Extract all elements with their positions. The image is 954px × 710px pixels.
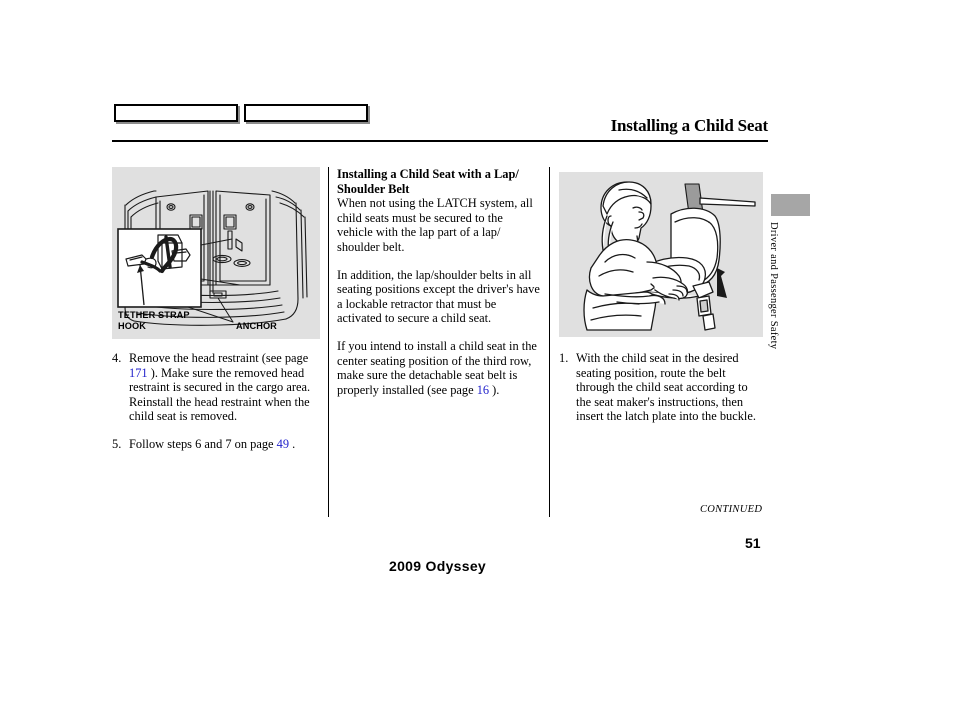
page-reference-link[interactable]: 16 bbox=[477, 383, 489, 397]
person-installing-child-seat-illustration bbox=[559, 172, 763, 337]
footer-model-name: 2009 Odyssey bbox=[389, 558, 487, 574]
cargo-area-tether-anchor-illustration: TETHER STRAP HOOK ANCHOR bbox=[112, 167, 320, 339]
step-text-after: ). Make sure the removed head restraint … bbox=[129, 365, 311, 424]
step-number: 4. bbox=[112, 351, 122, 365]
step-text-before: Remove the head restraint (see page bbox=[129, 351, 309, 365]
body-paragraph: When not using the LATCH system, all chi… bbox=[337, 196, 533, 254]
step-number: 1. bbox=[559, 351, 569, 365]
header-box-right bbox=[244, 104, 368, 122]
continued-label: CONTINUED bbox=[700, 504, 763, 515]
side-tab-marker bbox=[771, 194, 810, 216]
step-text-after: . bbox=[289, 436, 296, 451]
page-reference-link[interactable]: 49 bbox=[277, 437, 289, 451]
step-text: With the child seat in the desired seati… bbox=[576, 351, 756, 424]
step-item: 4. Remove the head restraint (see page 17… bbox=[112, 351, 320, 424]
label-anchor: ANCHOR bbox=[236, 321, 277, 331]
paragraph-text-before: If you intend to install a child seat in… bbox=[337, 338, 537, 397]
manual-page: Installing a Child Seat TETHER STRAP HOO… bbox=[0, 0, 954, 710]
left-column: TETHER STRAP HOOK ANCHOR 4. Remove the he… bbox=[112, 167, 320, 465]
label-tether-strap-hook: TETHER STRAP HOOK bbox=[118, 310, 190, 331]
body-paragraph-with-reference: If you intend to install a child seat in… bbox=[337, 339, 541, 397]
step-item: 5. Follow steps 6 and 7 on page 49 . bbox=[112, 437, 320, 452]
body-paragraph: In addition, the lap/shoulder belts in a… bbox=[337, 267, 540, 326]
child-seat-install-diagram-svg bbox=[583, 181, 756, 331]
side-tab-label: Driver and Passenger Safety bbox=[768, 222, 779, 350]
header-box-left bbox=[114, 104, 238, 122]
step-number: 5. bbox=[112, 436, 122, 451]
section-heading: Installing a Child Seat with a Lap/ Shou… bbox=[337, 167, 519, 196]
column-divider-1 bbox=[328, 167, 329, 517]
step-text-before: Follow steps 6 and 7 on page bbox=[129, 436, 277, 451]
page-number: 51 bbox=[745, 535, 761, 551]
title-rule bbox=[112, 140, 768, 142]
paragraph-text-after: ). bbox=[489, 382, 500, 397]
right-column: 1. With the child seat in the desired sea… bbox=[559, 167, 763, 437]
step-item: 1. With the child seat in the desired sea… bbox=[559, 351, 763, 424]
middle-column: Installing a Child Seat with a Lap/ Shou… bbox=[337, 167, 541, 410]
page-title: Installing a Child Seat bbox=[610, 116, 769, 135]
column-divider-2 bbox=[549, 167, 550, 517]
page-reference-link[interactable]: 171 bbox=[129, 366, 148, 380]
